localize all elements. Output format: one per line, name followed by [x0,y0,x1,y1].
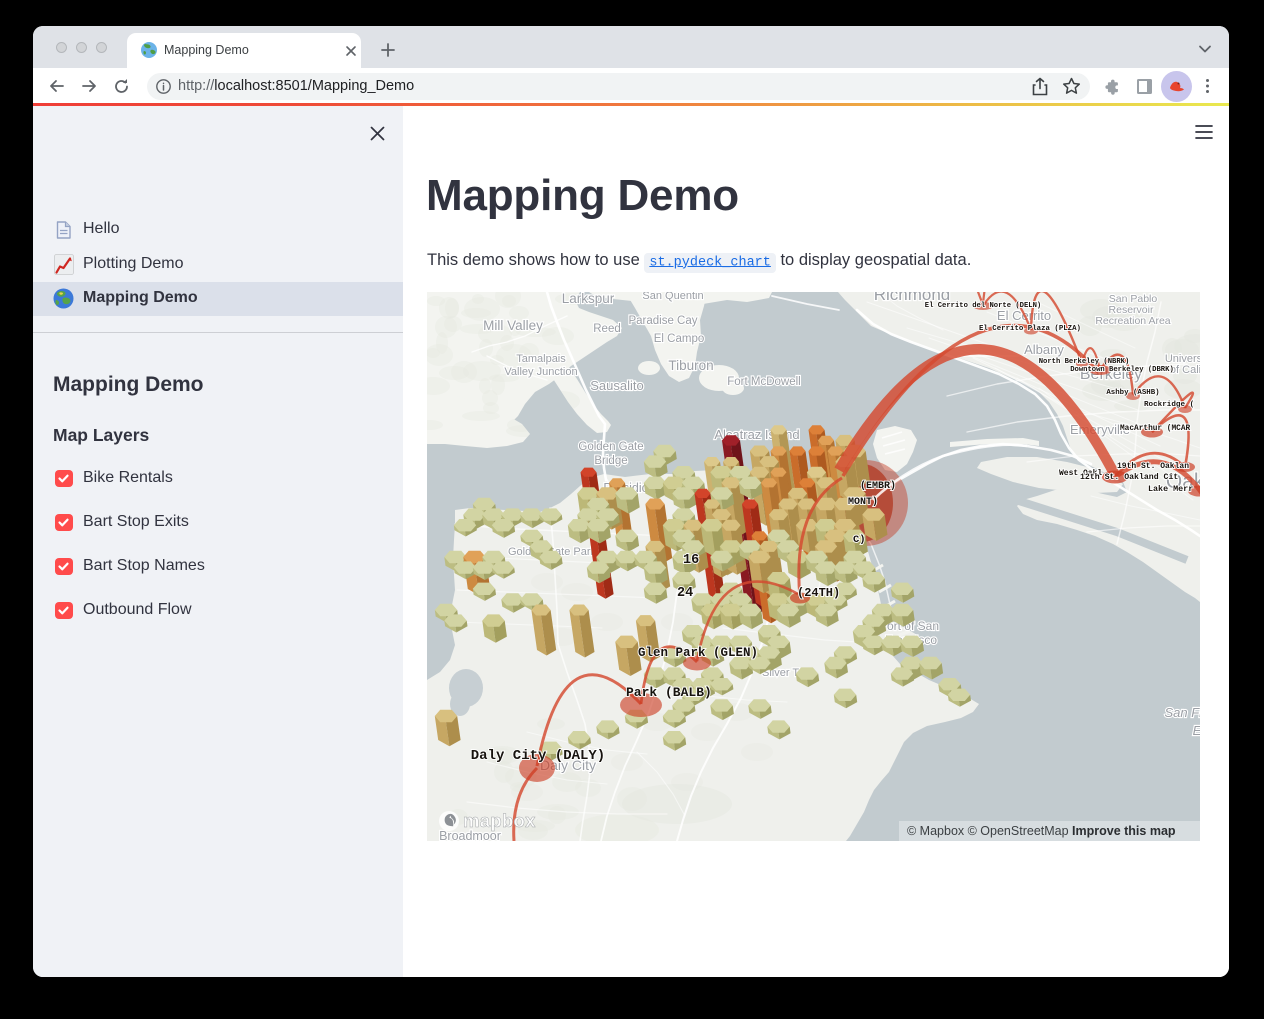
svg-text:of Californ: of Californ [1170,364,1200,376]
svg-text:© Mapbox © OpenStreetMap Impro: © Mapbox © OpenStreetMap Improve this ma… [907,824,1176,838]
svg-text:Larkspur: Larkspur [562,292,615,306]
svg-text:Tiburon: Tiburon [668,358,713,373]
svg-text:Paradise Cay: Paradise Cay [628,315,697,327]
svg-text:San Fr: San Fr [1164,705,1200,720]
svg-text:12th St. Oakland Cit: 12th St. Oakland Cit [1080,472,1178,482]
svg-text:Bridge: Bridge [594,455,627,467]
svg-text:Mill Valley: Mill Valley [483,318,543,333]
svg-text:MONT): MONT) [848,496,878,508]
svg-text:Reed: Reed [593,323,621,335]
svg-text:Park (BALB): Park (BALB) [626,685,712,700]
svg-text:Golden Gate: Golden Gate [578,441,643,453]
svg-text:16: 16 [683,553,699,568]
svg-text:MacArthur (MCAR: MacArthur (MCAR [1120,425,1191,433]
svg-text:Downtown Berkeley (DBRK): Downtown Berkeley (DBRK) [1070,366,1174,374]
svg-text:Valley Junction: Valley Junction [504,366,577,378]
svg-text:24: 24 [677,586,693,601]
svg-text:(EMBR): (EMBR) [860,480,896,492]
svg-text:El Cerrito Plaza (PLZA): El Cerrito Plaza (PLZA) [979,325,1081,333]
svg-text:San Quentin: San Quentin [642,292,703,302]
svg-text:mapbox: mapbox [463,810,536,831]
svg-text:Albany: Albany [1024,342,1064,357]
svg-text:El Cerrito del Norte (DELN): El Cerrito del Norte (DELN) [925,302,1041,310]
svg-text:E: E [1193,723,1200,738]
svg-text:Ashby (ASHB): Ashby (ASHB) [1106,389,1159,397]
svg-text:Sausalito: Sausalito [590,378,643,393]
svg-text:Glen Park (GLEN): Glen Park (GLEN) [638,646,758,660]
svg-text:Recreation Area: Recreation Area [1095,315,1170,327]
svg-text:Fort McDowell: Fort McDowell [727,376,800,388]
svg-text:C): C) [853,534,866,546]
svg-text:El Campo: El Campo [654,333,705,345]
svg-text:Daly City (DALY): Daly City (DALY) [471,748,605,764]
svg-text:(24TH): (24TH) [797,586,840,600]
svg-text:Lake Merr: Lake Merr [1148,484,1193,494]
svg-text:North Berkeley (NBRK): North Berkeley (NBRK) [1039,358,1130,366]
svg-text:Rockridge (: Rockridge ( [1144,401,1194,409]
svg-text:Tamalpais: Tamalpais [516,353,566,365]
svg-text:19th St. Oaklan: 19th St. Oaklan [1117,462,1189,471]
